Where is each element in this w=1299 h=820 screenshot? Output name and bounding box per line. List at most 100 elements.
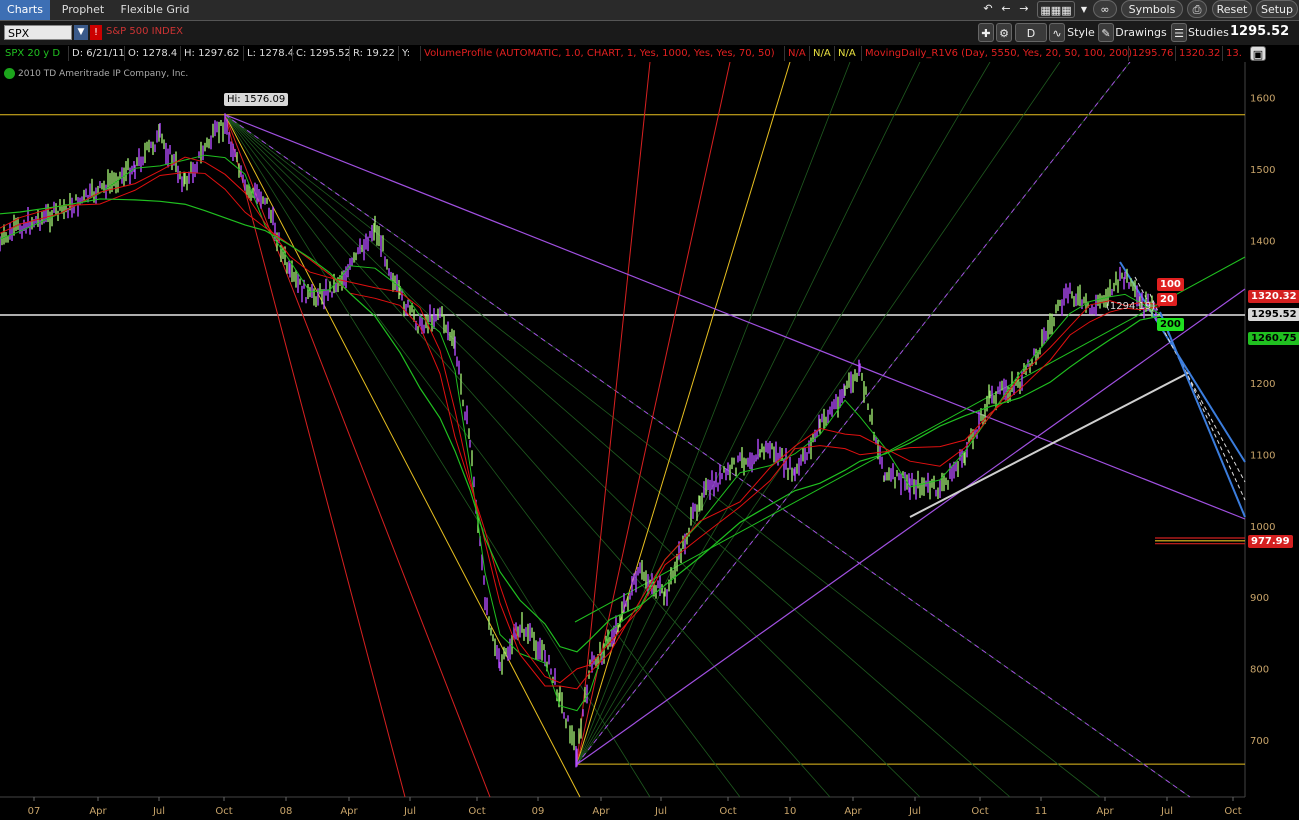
x-tick-label: 08 [280,806,293,817]
studies-button[interactable]: Studies [1188,23,1229,42]
forward-arrow-icon[interactable]: → [1017,1,1031,17]
ma-20-line [0,154,1161,712]
symbol-input[interactable]: SPX [4,25,72,40]
x-tick-label: Oct [468,806,485,817]
price-tag-volume-level: 977.99 [1248,535,1293,548]
price-chart[interactable]: 160015001400130012001100100090080070007A… [0,62,1299,820]
x-tick-label: Apr [89,806,107,817]
y-tick-label: 800 [1250,665,1269,676]
y-tick-label: 1100 [1250,450,1275,461]
y-tick-label: 1600 [1250,94,1275,105]
x-tick-label: Apr [1096,806,1114,817]
x-tick-label: Jul [403,806,416,817]
y-tick-label: 700 [1250,736,1269,747]
ma-100-line [0,171,1161,684]
grid-dropdown-icon[interactable]: ▼ [1078,1,1090,18]
symbol-dropdown-icon[interactable]: ▼ [74,25,88,40]
symbol-description: S&P 500 INDEX [106,26,183,37]
x-tick-label: Apr [844,806,862,817]
y-tick-label: 1400 [1250,236,1275,247]
settings-icon[interactable]: ⚙ [996,23,1012,42]
moving-daily-value-1: 1295.76 [1128,46,1176,61]
bar-date: D: 6/21/11 [68,46,128,61]
x-tick-label: Oct [1224,806,1241,817]
regression-channel-line [1159,311,1246,518]
back-arrow-icon[interactable]: ← [999,1,1013,17]
tab-charts[interactable]: Charts [0,0,50,20]
bar-y: Y: [398,46,413,61]
moving-daily-value-2: 1320.32 [1175,46,1223,61]
gann-fan-line [224,114,491,798]
study-info-bar: SPX 20 y D D: 6/21/11 O: 1278.4 H: 1297.… [0,45,1299,62]
undo-icon[interactable]: ↶ [981,1,995,17]
alert-icon[interactable]: ! [90,25,102,40]
moving-daily-study[interactable]: MovingDaily_R1V6 (Day, 5550, Yes, 20, 50… [861,46,1135,61]
na-value-1: N/A [784,46,809,61]
moving-daily-value-3: 13. [1222,46,1245,61]
tab-prophet[interactable]: Prophet [54,0,112,20]
x-tick-label: Jul [654,806,667,817]
x-tick-label: Jul [908,806,921,817]
bar-close: C: 1295.52 [292,46,354,61]
tab-flexible-grid[interactable]: Flexible Grid [116,0,194,20]
y-tick-label: 1000 [1250,522,1275,533]
maximize-icon[interactable]: ▣ [1250,46,1266,61]
y-tick-label: 1500 [1250,165,1275,176]
x-tick-label: Apr [592,806,610,817]
ma-200-line [0,198,1161,653]
drawings-icon[interactable]: ✎ [1098,23,1114,42]
y-tick-label: 900 [1250,593,1269,604]
support-line [909,371,1191,518]
ma-200-tag: 200 [1157,318,1184,331]
reset-button[interactable]: Reset [1212,0,1252,18]
gann-fan-line [224,114,921,798]
copyright-text: 2010 TD Ameritrade IP Company, Inc. [18,69,189,79]
bar-open: O: 1278.4 [124,46,180,61]
gann-fan-line [576,62,791,765]
style-button[interactable]: Style [1066,23,1096,42]
x-tick-label: Apr [340,806,358,817]
timeframe-button[interactable]: D [1015,23,1047,42]
x-tick-label: Jul [152,806,165,817]
x-tick-label: Oct [719,806,736,817]
price-tag-last: 1295.52 [1248,308,1299,321]
volume-profile-study[interactable]: VolumeProfile (AUTOMATIC, 1.0, CHART, 1,… [420,46,778,61]
chart-toolbar: SPX ▼ ! S&P 500 INDEX ✚ ⚙ D ∿ Style ✎ Dr… [0,21,1299,45]
high-label: Hi: 1576.09 [224,93,289,106]
gann-fan-line [224,114,831,798]
na-value-2: N/A [809,46,834,61]
na-value-3: N/A [834,46,859,61]
setup-button[interactable]: Setup [1256,0,1298,18]
gann-fan-line [576,62,921,765]
x-tick-label: 10 [784,806,797,817]
x-tick-label: Oct [215,806,232,817]
regression-channel-line [1119,261,1246,463]
gann-fan-line [576,62,1061,765]
price-tag-ma100: 1320.32 [1248,290,1299,303]
x-tick-label: 07 [28,806,41,817]
drawings-button[interactable]: Drawings [1115,23,1167,42]
x-tick-label: Oct [971,806,988,817]
series-label: SPX 20 y D [5,48,61,59]
symbols-button[interactable]: Symbols [1121,0,1183,18]
x-tick-label: 09 [532,806,545,817]
price-tag-ma200: 1260.75 [1248,332,1299,345]
info-icon [4,68,15,79]
bar-high: H: 1297.62 [180,46,242,61]
x-tick-label: 11 [1035,806,1048,817]
gann-fan-line [224,114,581,798]
inline-price-label: (1294.19) [1106,301,1156,312]
link-icon[interactable]: ∞ [1093,0,1117,18]
grid-layout-icon[interactable]: ▦▦▦ [1037,1,1075,18]
style-icon[interactable]: ∿ [1049,23,1065,42]
crosshair-icon[interactable]: ✚ [978,23,994,42]
gann-fan-line [576,62,851,765]
x-tick-label: Jul [1160,806,1173,817]
trend-line-up [576,288,1246,765]
gann-fan-line [224,114,651,798]
studies-icon[interactable]: ☰ [1171,23,1187,42]
print-icon[interactable]: ⎙ [1187,0,1207,18]
bar-range: R: 19.22 [349,46,398,61]
last-price: 1295.52 [1230,24,1290,39]
ma-20-tag: 20 [1157,293,1177,306]
